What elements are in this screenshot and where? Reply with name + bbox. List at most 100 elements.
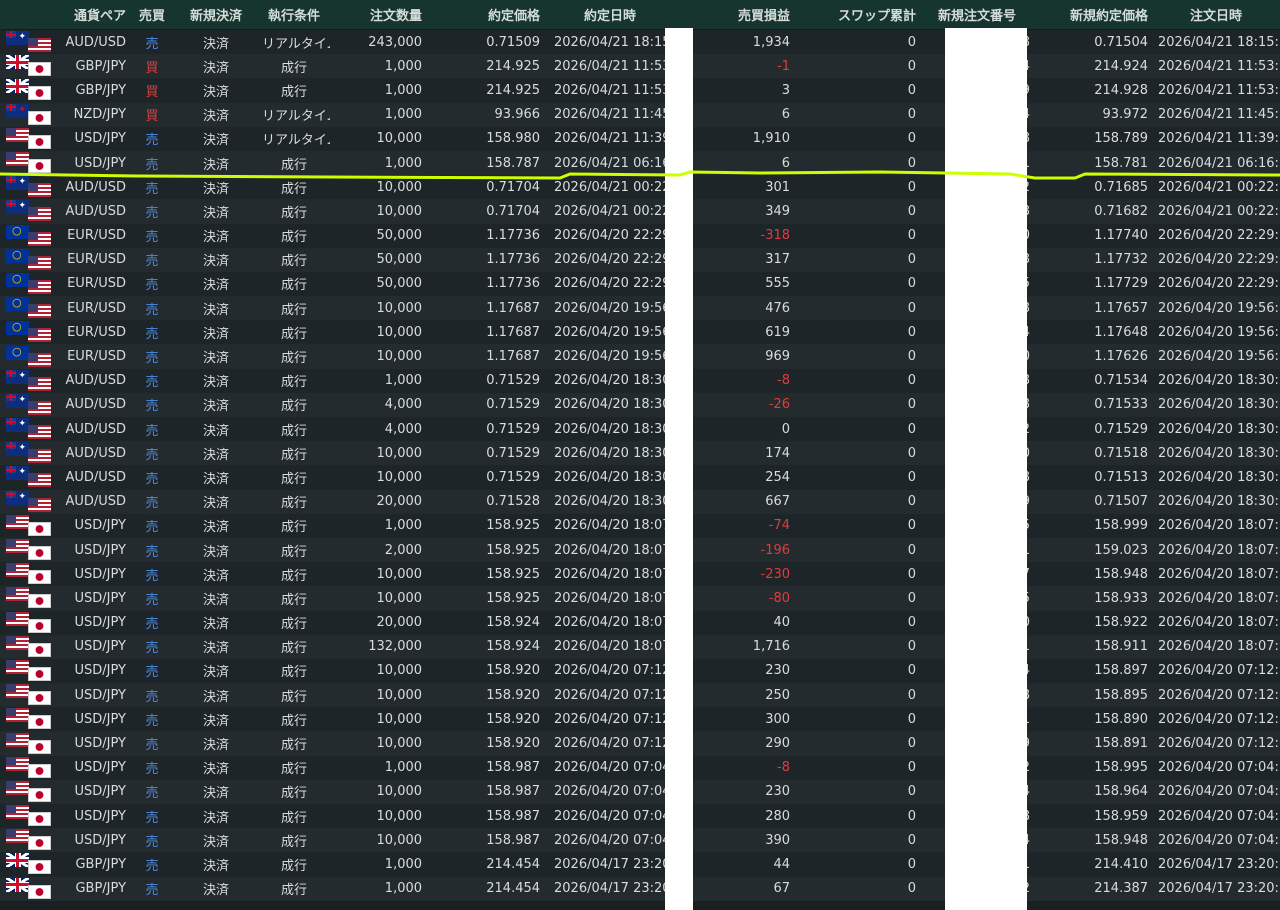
open-close: 決済 xyxy=(174,320,259,345)
table-row[interactable]: AUD/USD売決済成行20,0000.715282026/04/20 18:3… xyxy=(0,489,1280,514)
table-row[interactable]: GBP/JPY 売決済 成行 1,000 214.454 2026/04/17 23:20… xyxy=(0,876,1280,901)
fill-datetime: 2026/04/20 07:12: xyxy=(544,731,673,756)
order-quantity: 1,000 xyxy=(330,150,427,176)
jp-flag-icon xyxy=(28,618,51,633)
new-fill-price: 0.71529 xyxy=(1034,417,1153,442)
jp-flag-icon xyxy=(28,86,51,101)
side: 売 xyxy=(130,779,175,804)
table-row[interactable]: USD/JPY 売決済 成行 10,000 158.987 2026/04/20 07:0… xyxy=(0,828,1280,853)
table-row[interactable]: USD/JPY 売決済 成行 10,000 158.987 2026/04/20 07:0… xyxy=(0,804,1280,829)
header-side[interactable]: 売買 xyxy=(130,0,175,30)
us-flag-icon xyxy=(28,328,51,343)
swap-total: 0 xyxy=(794,150,921,176)
open-close: 決済 xyxy=(174,876,259,901)
fill-price: 158.924 xyxy=(426,634,545,659)
header-new-order-number[interactable]: 新規注文番号 xyxy=(920,0,1035,30)
open-close: 決済 xyxy=(174,175,259,200)
header-trade-pnl[interactable]: 売買損益 xyxy=(672,0,795,30)
fill-datetime: 2026/04/20 22:29: xyxy=(544,271,673,297)
table-row[interactable]: USD/JPY 売決済 成行 10,000 158.920 2026/04/20 07:1… xyxy=(0,658,1280,684)
table-row[interactable]: AUD/USD売決済成行10,0000.717042026/04/21 00:2… xyxy=(0,175,1280,200)
jp-flag-icon xyxy=(28,521,51,536)
open-close: 決済 xyxy=(174,392,259,417)
execution-condition: 成行 xyxy=(258,779,331,804)
table-row[interactable]: USD/JPY 売決済 成行 1,000 158.987 2026/04/20 07:04… xyxy=(0,755,1280,780)
swap-total: 0 xyxy=(794,804,921,829)
order-datetime: 2026/04/20 07:04: xyxy=(1152,804,1280,829)
header-execution-condition[interactable]: 執行条件 xyxy=(258,0,331,30)
table-row[interactable]: AUD/USD売決済成行10,0000.715292026/04/20 18:3… xyxy=(0,465,1280,490)
us-flag-icon xyxy=(6,539,29,554)
header-order-datetime[interactable]: 注文日時 xyxy=(1152,0,1280,30)
table-row[interactable]: USD/JPY 売決済 成行 132,000 158.924 2026/04/20 18:… xyxy=(0,634,1280,659)
swap-total: 0 xyxy=(794,175,921,200)
currency-pair: AUD/USD xyxy=(54,199,131,224)
redaction-block xyxy=(945,28,1027,910)
table-row[interactable]: EUR/USD売決済成行50,0001.177362026/04/20 22:2… xyxy=(0,223,1280,248)
fill-price: 0.71704 xyxy=(426,175,545,200)
table-row[interactable]: EUR/USD売決済成行10,0001.176872026/04/20 19:5… xyxy=(0,320,1280,345)
table-row[interactable]: EUR/USD売決済成行10,0001.176872026/04/20 19:5… xyxy=(0,344,1280,369)
header-currency-pair[interactable]: 通貨ペア xyxy=(0,0,131,30)
table-row[interactable]: USD/JPY 売決済 成行 10,000 158.920 2026/04/20 07:1… xyxy=(0,707,1280,732)
table-row[interactable]: EUR/USD売決済成行50,0001.177362026/04/20 22:2… xyxy=(0,271,1280,297)
header-fill-datetime[interactable]: 約定日時 xyxy=(544,0,673,30)
order-quantity: 1,000 xyxy=(330,755,427,780)
header-fill-price[interactable]: 約定価格 xyxy=(426,0,545,30)
table-row[interactable]: AUD/USD売決済成行4,0000.715292026/04/20 18:30… xyxy=(0,392,1280,417)
execution-condition: リアルタイム xyxy=(258,102,331,127)
side: 売 xyxy=(130,247,175,272)
swap-total: 0 xyxy=(794,199,921,224)
header-new-fill-price[interactable]: 新規約定価格 xyxy=(1034,0,1153,30)
header-swap-total[interactable]: スワップ累計 xyxy=(794,0,921,30)
table-row[interactable]: USD/JPY 売決済 成行 20,000 158.924 2026/04/20 18:0… xyxy=(0,610,1280,635)
us-flag-icon xyxy=(6,684,29,699)
table-row[interactable]: USD/JPY 売決済 成行 10,000 158.920 2026/04/20 07:1… xyxy=(0,683,1280,708)
header-order-quantity[interactable]: 注文数量 xyxy=(330,0,427,30)
table-row[interactable]: AUD/USD売決済リアルタイム243,0000.715092026/04/21… xyxy=(0,29,1280,55)
side: 売 xyxy=(130,150,175,176)
side: 売 xyxy=(130,562,175,587)
table-row[interactable]: AUD/USD売決済成行4,0000.715292026/04/20 18:30… xyxy=(0,417,1280,442)
table-row[interactable]: AUD/USD売決済成行1,0000.715292026/04/20 18:30… xyxy=(0,368,1280,393)
nz-flag-icon xyxy=(6,103,29,118)
swap-total: 0 xyxy=(794,368,921,393)
fill-price: 158.920 xyxy=(426,658,545,684)
order-datetime: 2026/04/20 07:12: xyxy=(1152,731,1280,756)
table-row[interactable]: EUR/USD売決済成行10,0001.176872026/04/20 19:5… xyxy=(0,296,1280,321)
table-row[interactable]: EUR/USD売決済成行50,0001.177362026/04/20 22:2… xyxy=(0,247,1280,272)
new-fill-price: 158.959 xyxy=(1034,804,1153,829)
table-row[interactable]: AUD/USD売決済成行10,0000.717042026/04/21 00:2… xyxy=(0,199,1280,224)
table-row[interactable]: NZD/JPY買決済リアルタイム1,00093.9662026/04/21 11… xyxy=(0,102,1280,127)
table-row[interactable]: GBP/JPY 買決済 成行 1,000 214.925 2026/04/21 11:53… xyxy=(0,54,1280,79)
order-datetime: 2026/04/20 07:04: xyxy=(1152,828,1280,853)
flag-pair xyxy=(4,272,52,295)
table-row[interactable]: USD/JPY 売決済 成行 10,000 158.987 2026/04/20 07:0… xyxy=(0,779,1280,804)
table-row[interactable]: USD/JPY 売決済 成行 1,000 158.787 2026/04/21 06:16… xyxy=(0,150,1280,176)
table-row[interactable]: USD/JPY 売決済 成行 10,000 158.925 2026/04/20 18:0… xyxy=(0,586,1280,611)
table-row[interactable]: AUD/USD売決済成行10,0000.715292026/04/20 18:3… xyxy=(0,441,1280,466)
execution-condition: 成行 xyxy=(258,731,331,756)
table-row[interactable]: USD/JPY 売決済 成行 10,000 158.920 2026/04/20 07:1… xyxy=(0,731,1280,756)
au-flag-icon xyxy=(6,418,29,433)
table-row[interactable]: GBP/JPY 売決済 成行 1,000 214.454 2026/04/17 23:20… xyxy=(0,852,1280,877)
flag-pair xyxy=(4,320,52,343)
order-quantity: 10,000 xyxy=(330,465,427,490)
us-flag-icon xyxy=(6,635,29,650)
table-row[interactable]: USD/JPY 売決済 成行 10,000 158.925 2026/04/20 18:0… xyxy=(0,562,1280,587)
table-row[interactable]: USD/JPY 売決済 成行 2,000 158.925 2026/04/20 18:07… xyxy=(0,537,1280,563)
new-fill-price: 158.890 xyxy=(1034,707,1153,732)
side: 売 xyxy=(130,707,175,732)
order-quantity: 1,000 xyxy=(330,54,427,79)
header-open-close[interactable]: 新規決済 xyxy=(174,0,259,30)
fill-price: 0.71529 xyxy=(426,368,545,393)
order-quantity: 1,000 xyxy=(330,102,427,127)
execution-condition: 成行 xyxy=(258,610,331,635)
gb-flag-icon xyxy=(6,55,29,70)
table-row[interactable]: GBP/JPY 買決済 成行 1,000 214.925 2026/04/21 11:53… xyxy=(0,78,1280,103)
fill-datetime: 2026/04/20 18:30: xyxy=(544,417,673,442)
table-row[interactable]: USD/JPY売決済リアルタイム10,000158.9802026/04/21 … xyxy=(0,126,1280,151)
new-fill-price: 1.17732 xyxy=(1034,247,1153,272)
order-quantity: 243,000 xyxy=(330,29,427,55)
table-row[interactable]: USD/JPY 売決済 成行 1,000 158.925 2026/04/20 18:07… xyxy=(0,513,1280,538)
